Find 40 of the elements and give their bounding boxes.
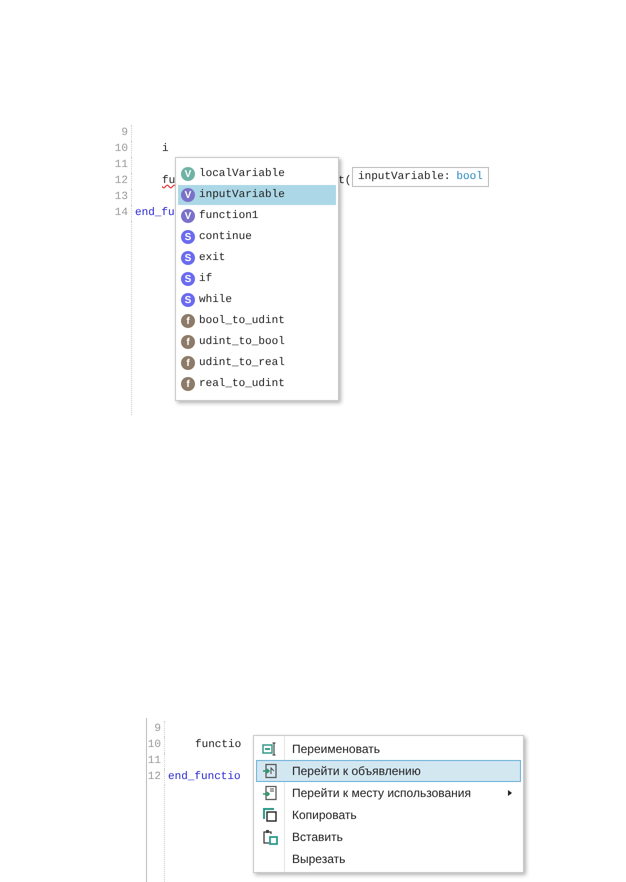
code-text: i [162, 142, 169, 157]
menu-item[interactable]: Копировать [256, 804, 521, 826]
rename-icon [262, 741, 278, 757]
menu-item[interactable]: Перейти к месту использования [256, 782, 521, 804]
kind-badge-icon: S [181, 272, 195, 286]
kind-badge-icon: f [181, 335, 195, 349]
line-number: 12 [147, 770, 162, 785]
line-number: 11 [147, 754, 162, 769]
line-number: 9 [153, 722, 162, 737]
line-number: 10 [147, 738, 162, 753]
keyword-text: end_fu [135, 206, 175, 221]
tooltip-name: inputVariable: [358, 170, 450, 185]
paste-icon [262, 829, 278, 845]
kind-badge-icon: V [181, 167, 195, 181]
line-number: 9 [120, 126, 129, 141]
kind-badge-icon: f [181, 314, 195, 328]
kind-badge-icon: S [181, 293, 195, 307]
completion-item[interactable]: V inputVariable [178, 185, 336, 205]
kind-badge-icon: V [181, 209, 195, 223]
keyword-text: end_functio [168, 770, 241, 785]
kind-badge-icon: S [181, 230, 195, 244]
code-text: t( [338, 174, 352, 189]
kind-badge-icon: f [181, 377, 195, 391]
code-text: functio [195, 738, 242, 753]
menu-item[interactable]: Переименовать [256, 738, 521, 760]
menu-item[interactable]: Вставить [256, 826, 521, 848]
line-number: 10 [114, 142, 129, 157]
tooltip-type: bool [456, 170, 483, 185]
kind-badge-icon: f [181, 356, 195, 370]
line-number: 12 [114, 174, 129, 189]
kind-badge-icon: V [181, 188, 195, 202]
line-number: 13 [114, 190, 129, 205]
kind-badge-icon: S [181, 251, 195, 265]
line-number: 14 [114, 206, 129, 221]
menu-item[interactable]: Перейти к объявлению [256, 760, 521, 782]
error-code-text: fu [162, 174, 176, 189]
menu-item[interactable]: Вырезать [256, 848, 521, 870]
line-number: 11 [114, 158, 129, 173]
submenu-arrow-icon [508, 790, 512, 796]
copy-icon [262, 807, 278, 823]
